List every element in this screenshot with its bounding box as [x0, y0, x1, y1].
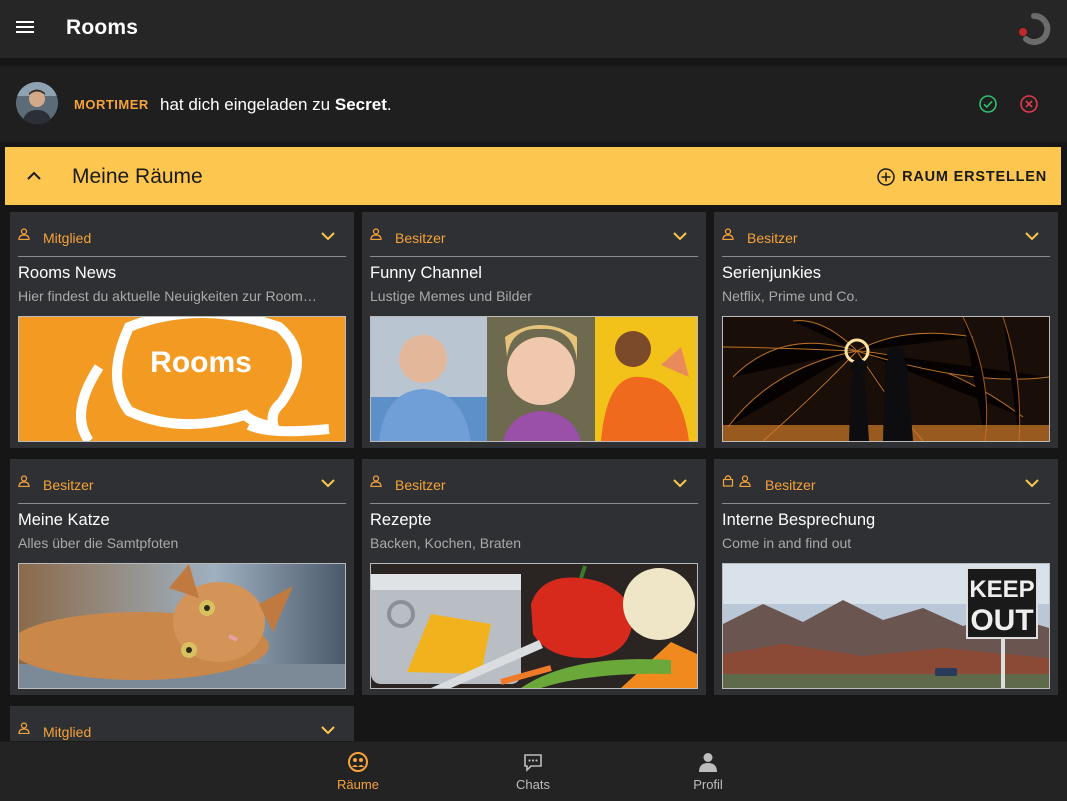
tab-profile[interactable]: Profil	[663, 742, 753, 801]
room-card[interactable]: Mitglied Rooms News Hier findest du aktu…	[10, 212, 354, 448]
page-title: Rooms	[66, 16, 139, 39]
role-label: Besitzer	[395, 230, 446, 246]
keep-out-sign-image: KEEP OUT	[722, 563, 1050, 689]
person-icon	[18, 722, 30, 734]
role-label: Besitzer	[747, 230, 798, 246]
room-card[interactable]: Besitzer Rezepte Backen, Kochen, Braten	[362, 459, 706, 695]
card-header: Besitzer	[722, 473, 1050, 504]
room-title: Funny Channel	[370, 264, 482, 282]
lock-icon	[722, 475, 734, 487]
room-title: Interne Besprechung	[722, 511, 876, 529]
rooms-logo-image: Rooms	[18, 316, 346, 442]
invitation-banner: MORTIMER hat dich eingeladen zu Secret.	[0, 66, 1067, 142]
role-label: Mitglied	[43, 230, 92, 246]
person-icon	[18, 228, 30, 240]
invited-room-name: Secret	[334, 95, 387, 114]
tab-chats-label: Chats	[516, 777, 550, 792]
cat-photo-image	[18, 563, 346, 689]
chevron-down-icon[interactable]	[1024, 477, 1040, 489]
room-card[interactable]: Besitzer Meine Katze Alles über die Samt…	[10, 459, 354, 695]
person-icon	[370, 475, 382, 487]
room-title: Meine Katze	[18, 511, 110, 529]
chevron-down-icon[interactable]	[320, 230, 336, 242]
person-icon	[370, 228, 382, 240]
room-description: Alles über die Samtpfoten	[18, 535, 179, 551]
chevron-down-icon[interactable]	[320, 724, 336, 736]
room-title: Rooms News	[18, 264, 117, 282]
chevron-down-icon[interactable]	[672, 230, 688, 242]
room-card[interactable]: Mitglied	[10, 706, 354, 746]
card-header: Besitzer	[722, 226, 1050, 257]
role-label: Besitzer	[395, 477, 446, 493]
room-title: Rezepte	[370, 511, 432, 529]
invitation-text: hat dich eingeladen zu Secret.	[160, 95, 392, 115]
room-card[interactable]: Besitzer Serienjunkies Netflix, Prime un…	[714, 212, 1058, 448]
chat-bubble-icon	[524, 754, 542, 772]
room-description: Lustige Memes und Bilder	[370, 288, 532, 304]
person-icon	[18, 475, 30, 487]
my-rooms-section-header: Meine Räume RAUM ERSTELLEN	[5, 147, 1061, 205]
create-room-label: RAUM ERSTELLEN	[902, 169, 1047, 185]
app-logo-icon	[1019, 12, 1051, 45]
role-label: Besitzer	[765, 477, 816, 493]
invitation-message: hat dich eingeladen zu	[160, 95, 331, 114]
bottom-navigation: Räume Chats Profil	[0, 741, 1067, 801]
room-title: Serienjunkies	[722, 264, 822, 282]
section-title: Meine Räume	[72, 165, 203, 188]
card-header: Besitzer	[370, 473, 698, 504]
tab-rooms[interactable]: Räume	[313, 742, 403, 801]
sign-keep-text: KEEP	[969, 576, 1034, 603]
chevron-down-icon[interactable]	[320, 477, 336, 489]
tab-rooms-label: Räume	[337, 777, 379, 792]
create-room-button[interactable]: RAUM ERSTELLEN	[876, 166, 1047, 188]
person-icon	[739, 475, 751, 487]
rooms-icon	[348, 752, 368, 772]
memes-collage-image	[370, 316, 698, 442]
tab-profile-label: Profil	[693, 777, 723, 792]
person-icon	[722, 228, 734, 240]
chevron-down-icon[interactable]	[672, 477, 688, 489]
hamburger-menu-icon[interactable]	[16, 21, 34, 35]
card-header: Besitzer	[18, 473, 346, 504]
role-label: Besitzer	[43, 477, 94, 493]
inviter-name[interactable]: MORTIMER	[74, 97, 149, 112]
room-description: Come in and find out	[722, 535, 852, 551]
steel-wool-sparks-image	[722, 316, 1050, 442]
tab-chats[interactable]: Chats	[488, 742, 578, 801]
chevron-up-icon[interactable]	[23, 165, 45, 187]
avatar	[16, 82, 58, 124]
room-card[interactable]: Besitzer Funny Channel Lustige Memes und…	[362, 212, 706, 448]
vegetables-pot-image	[370, 563, 698, 689]
card-header: Besitzer	[370, 226, 698, 257]
accept-check-icon[interactable]	[978, 94, 998, 114]
room-description: Netflix, Prime und Co.	[722, 288, 859, 304]
room-description: Backen, Kochen, Braten	[370, 535, 521, 551]
sign-out-text: OUT	[970, 604, 1033, 637]
card-header: Mitglied	[18, 226, 346, 257]
add-circle-icon	[877, 168, 895, 186]
role-label: Mitglied	[43, 724, 92, 740]
room-card[interactable]: Besitzer Interne Besprechung Come in and…	[714, 459, 1058, 695]
decline-close-icon[interactable]	[1019, 94, 1039, 114]
invitation-punctuation: .	[386, 95, 392, 114]
person-icon	[699, 753, 717, 772]
room-description: Hier findest du aktuelle Neuigkeiten zur…	[18, 288, 317, 304]
chevron-down-icon[interactable]	[1024, 230, 1040, 242]
rooms-logo-text: Rooms	[150, 346, 252, 379]
app-bar: Rooms	[0, 0, 1067, 58]
